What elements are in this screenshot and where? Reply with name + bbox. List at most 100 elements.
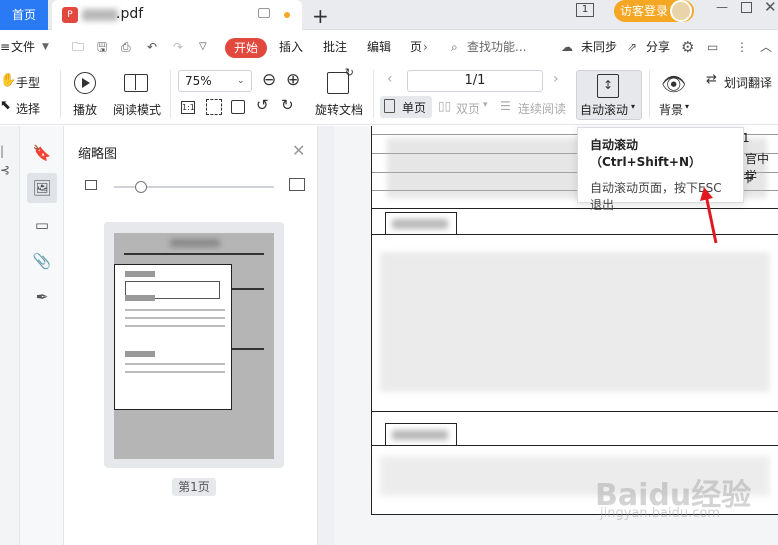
page-number-input[interactable]: 1/1 (407, 70, 543, 92)
thumbnail-text-line (125, 371, 225, 373)
thumbnail-line (124, 253, 264, 255)
avatar[interactable] (670, 0, 692, 22)
blurred-section-title (392, 430, 448, 440)
open-folder-icon[interactable]: 🗀 (72, 31, 84, 63)
small-image-icon[interactable] (85, 180, 97, 190)
collapse-ribbon-icon[interactable]: ︿ (760, 31, 772, 63)
settings-gear-icon[interactable]: ⚙ (681, 31, 694, 63)
page-label: 第1页 (172, 478, 216, 496)
word-translate-button[interactable]: 划词翻译 (724, 74, 772, 91)
fit-width-icon[interactable] (231, 100, 245, 114)
maximize-icon[interactable] (741, 2, 752, 13)
comment-icon[interactable]: ▭ (707, 31, 718, 63)
thumbnail-text-line (125, 325, 225, 327)
bookmark-icon[interactable]: 🔖 (32, 143, 52, 163)
search-function-input[interactable]: 查找功能... (467, 31, 526, 63)
tooltip-title: 自动滚动（Ctrl+Shift+N） (590, 138, 701, 169)
annotation-arrow-icon (700, 187, 718, 244)
double-page-icon[interactable]: ▯▯ (438, 99, 451, 113)
redacted-filename (82, 9, 118, 21)
divider (60, 70, 61, 118)
new-tab-icon[interactable]: + (312, 4, 329, 28)
large-image-icon[interactable] (289, 178, 305, 191)
tab-annotate[interactable]: 批注 (323, 31, 347, 63)
menu-file[interactable]: 文件 (11, 31, 35, 63)
rotate-document-button[interactable]: 旋转文档 (315, 101, 363, 118)
cursor-icon[interactable]: ⬉ (0, 98, 11, 113)
zoom-in-icon[interactable]: ⊕ (286, 70, 300, 90)
play-button[interactable]: 播放 (73, 101, 97, 118)
tab-page[interactable]: 页 (410, 31, 422, 63)
translate-icon[interactable]: ⇄ (706, 72, 717, 87)
single-page-icon (384, 99, 395, 113)
eye-icon[interactable]: 👁 (661, 72, 686, 96)
chevron-down-icon[interactable]: ▾ (483, 100, 488, 110)
section-divider (372, 445, 778, 446)
screen-icon[interactable] (258, 8, 270, 18)
play-icon[interactable] (74, 72, 96, 94)
unsaved-dot-icon (284, 12, 290, 18)
hand-icon[interactable]: ✋ (0, 73, 16, 88)
redo-icon[interactable]: ↷ (173, 31, 183, 63)
left-edge-rail (0, 126, 20, 545)
read-mode-icon[interactable] (124, 74, 148, 92)
actual-size-icon[interactable]: 1:1 (181, 101, 195, 114)
search-icon[interactable]: ⌕ (451, 31, 458, 63)
tab-filename: .pdf (116, 6, 144, 22)
save-icon[interactable]: 🖫 (97, 31, 107, 63)
page-counter-icon[interactable]: 1 (576, 3, 594, 17)
next-page-icon[interactable]: › (553, 71, 559, 87)
more-menu-icon[interactable]: ⋮ (736, 31, 748, 63)
watermark-url: jingyan.baidu.com (600, 506, 720, 521)
chevron-down-icon[interactable]: ▼ (42, 31, 49, 63)
more-chevron-icon[interactable]: ▽ (199, 31, 207, 63)
zoom-out-icon[interactable]: ⊖ (262, 70, 276, 90)
zoom-value: 75% (185, 74, 212, 88)
cloud-sync-icon[interactable]: ☁ (561, 31, 573, 63)
previous-page-icon[interactable]: ‹ (387, 71, 393, 87)
read-mode-button[interactable]: 阅读模式 (113, 101, 161, 118)
select-tool[interactable]: 选择 (16, 100, 40, 117)
chevron-down-icon[interactable]: ▾ (685, 102, 689, 111)
single-page-button[interactable]: 单页 (380, 96, 432, 118)
thumbnail-viewport[interactable] (114, 264, 232, 410)
share-icon[interactable]: ⇗ (627, 31, 637, 63)
sync-status[interactable]: 未同步 (581, 31, 617, 63)
menu-icon[interactable]: ≡ (0, 31, 10, 63)
tab-edit[interactable]: 编辑 (367, 31, 391, 63)
auto-scroll-label: 自动滚动 (580, 103, 629, 117)
background-button[interactable]: 背景 (659, 101, 683, 118)
attachment-icon[interactable]: 📎 (32, 251, 52, 271)
signature-pen-icon[interactable]: ✒ (32, 287, 52, 307)
rotate-left-icon[interactable]: ↺ (256, 96, 269, 114)
tab-insert[interactable]: 插入 (279, 31, 303, 63)
continuous-reading-button[interactable]: 连续阅读 (518, 100, 566, 117)
fit-page-icon[interactable] (206, 99, 222, 115)
tab-start[interactable]: 开始 (225, 38, 267, 58)
chevron-down-icon[interactable]: ▾ (631, 102, 635, 111)
rotate-document-icon[interactable]: ↻ (327, 66, 354, 94)
chevron-down-icon: ⌄ (237, 76, 245, 86)
thumbnail-text-line (125, 309, 225, 311)
tab-document[interactable]: P .pdf (52, 0, 302, 30)
zoom-select[interactable]: 75% ⌄ (178, 70, 252, 92)
rail-link-icon[interactable]: ⊰ (0, 163, 10, 177)
menu-scroll-right-icon[interactable]: › (423, 31, 428, 63)
tab-home[interactable]: 首页 (0, 0, 48, 30)
continuous-icon[interactable]: ☰ (500, 99, 511, 113)
slider-handle[interactable] (135, 181, 147, 193)
close-window-icon[interactable]: ✕ (764, 0, 777, 16)
minimize-icon[interactable]: — (716, 0, 728, 14)
divider (170, 70, 171, 118)
thumbnail-icon[interactable]: 🖼 (27, 173, 57, 203)
undo-icon[interactable]: ↶ (147, 31, 157, 63)
print-icon[interactable]: ⎙ (121, 31, 131, 63)
rotate-right-icon[interactable]: ↻ (281, 96, 294, 114)
rail-marker-icon: | (0, 144, 5, 158)
section-tab (385, 212, 457, 234)
hand-tool[interactable]: 手型 (16, 74, 40, 91)
share-button[interactable]: 分享 (646, 31, 670, 63)
close-panel-icon[interactable]: ✕ (292, 141, 305, 160)
comment-panel-icon[interactable]: ▭ (32, 215, 52, 235)
double-page-button[interactable]: 双页 (456, 100, 480, 117)
